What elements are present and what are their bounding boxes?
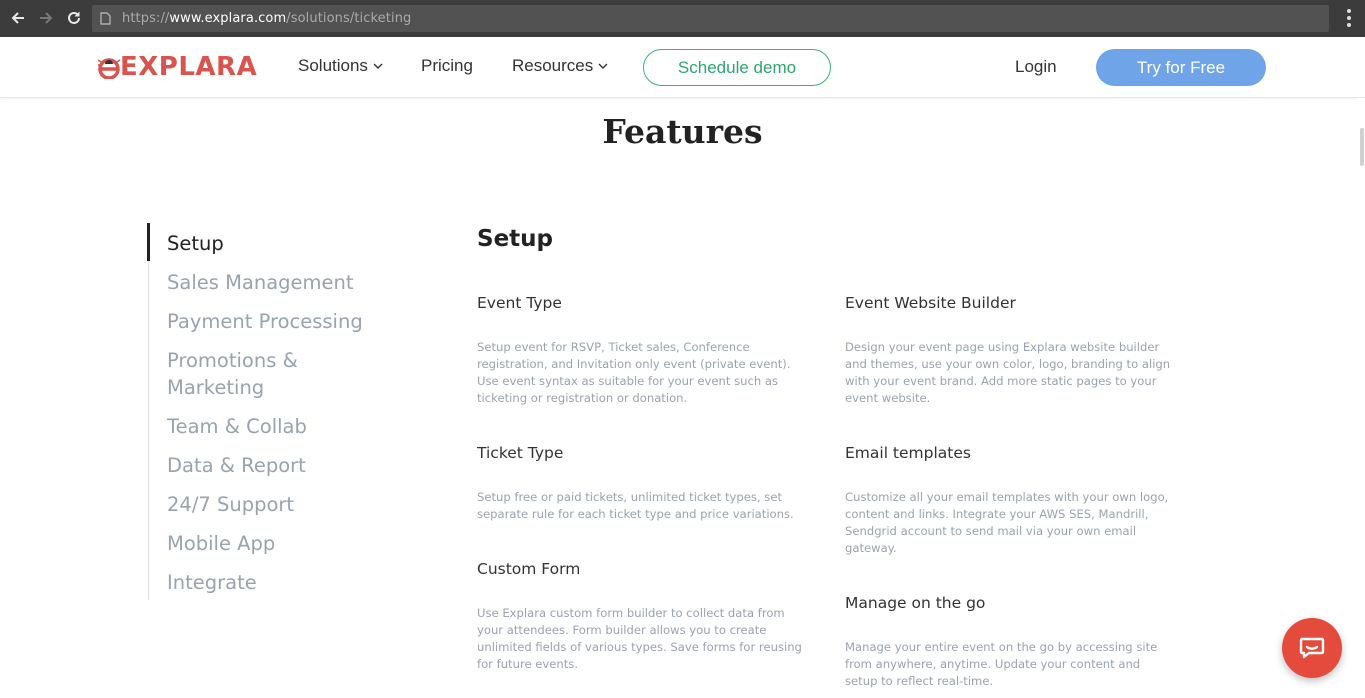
back-button[interactable]: [6, 6, 30, 30]
explara-logo[interactable]: EXPLARA: [96, 51, 257, 83]
nav-resources[interactable]: Resources: [512, 56, 608, 76]
site-header: EXPLARA Solutions Pricing Resources Sche…: [0, 37, 1365, 98]
nav-solutions-label: Solutions: [298, 56, 368, 75]
section-title: Setup: [477, 226, 553, 252]
feature-title: Event Website Builder: [845, 294, 1016, 312]
logo-text: EXPLARA: [120, 52, 258, 82]
login-link[interactable]: Login: [1015, 57, 1057, 77]
feature-title: Custom Form: [477, 560, 581, 578]
page-icon: [100, 12, 112, 26]
schedule-demo-button[interactable]: Schedule demo: [643, 49, 831, 86]
reload-button[interactable]: [62, 6, 86, 30]
sidebar-item-data-report[interactable]: Data & Report: [167, 452, 397, 479]
kebab-menu-icon: [1347, 9, 1351, 13]
sidebar-item-support[interactable]: 24/7 Support: [167, 491, 397, 518]
sidebar-item-sales-management[interactable]: Sales Management: [167, 269, 397, 296]
chat-widget-button[interactable]: [1282, 618, 1342, 678]
page-title: Features: [602, 112, 763, 151]
feature-description: Setup free or paid tickets, unlimited ti…: [477, 490, 794, 521]
sidebar-item-payment-processing[interactable]: Payment Processing: [167, 308, 397, 335]
url-text: https://www.explara.com/solutions/ticket…: [122, 11, 412, 26]
nav-resources-label: Resources: [512, 56, 594, 75]
active-indicator: [147, 223, 150, 261]
feature-title: Event Type: [477, 294, 562, 312]
reload-icon: [68, 11, 80, 24]
arrow-left-icon: [11, 12, 24, 24]
browser-toolbar: https://www.explara.com/solutions/ticket…: [0, 0, 1365, 37]
sidebar-item-integrate[interactable]: Integrate: [167, 569, 397, 596]
chat-bubble-icon: [1299, 637, 1325, 659]
feature-description: Customize all your email templates with …: [845, 490, 1169, 555]
nav-pricing-label: Pricing: [421, 56, 473, 75]
sidebar-item-team-collab[interactable]: Team & Collab: [167, 413, 397, 440]
address-bar[interactable]: https://www.explara.com/solutions/ticket…: [92, 5, 1329, 32]
feature-title: Email templates: [845, 444, 971, 462]
feature-title: Ticket Type: [477, 444, 564, 462]
nav-pricing[interactable]: Pricing: [421, 56, 473, 76]
features-sidebar: Setup Sales Management Payment Processin…: [147, 223, 408, 600]
sidebar-item-setup[interactable]: Setup: [167, 230, 397, 257]
try-for-free-button[interactable]: Try for Free: [1096, 49, 1266, 86]
browser-menu-button[interactable]: [1341, 8, 1357, 28]
chevron-down-icon: [598, 63, 608, 70]
logo-mark-icon: [97, 58, 121, 79]
page-scrollbar[interactable]: [1357, 98, 1365, 698]
feature-description: Use Explara custom form builder to colle…: [477, 606, 802, 671]
nav-solutions[interactable]: Solutions: [298, 56, 383, 76]
feature-description: Design your event page using Explara web…: [845, 340, 1171, 405]
chevron-down-icon: [373, 63, 383, 70]
sidebar-item-promotions-marketing[interactable]: Promotions & Marketing: [167, 347, 337, 401]
forward-button[interactable]: [34, 6, 58, 30]
sidebar-item-mobile-app[interactable]: Mobile App: [167, 530, 397, 557]
feature-description: Setup event for RSVP, Ticket sales, Conf…: [477, 340, 791, 405]
feature-title: Manage on the go: [845, 594, 986, 612]
arrow-right-icon: [40, 12, 53, 24]
feature-description: Manage your entire event on the go by ac…: [845, 640, 1158, 688]
